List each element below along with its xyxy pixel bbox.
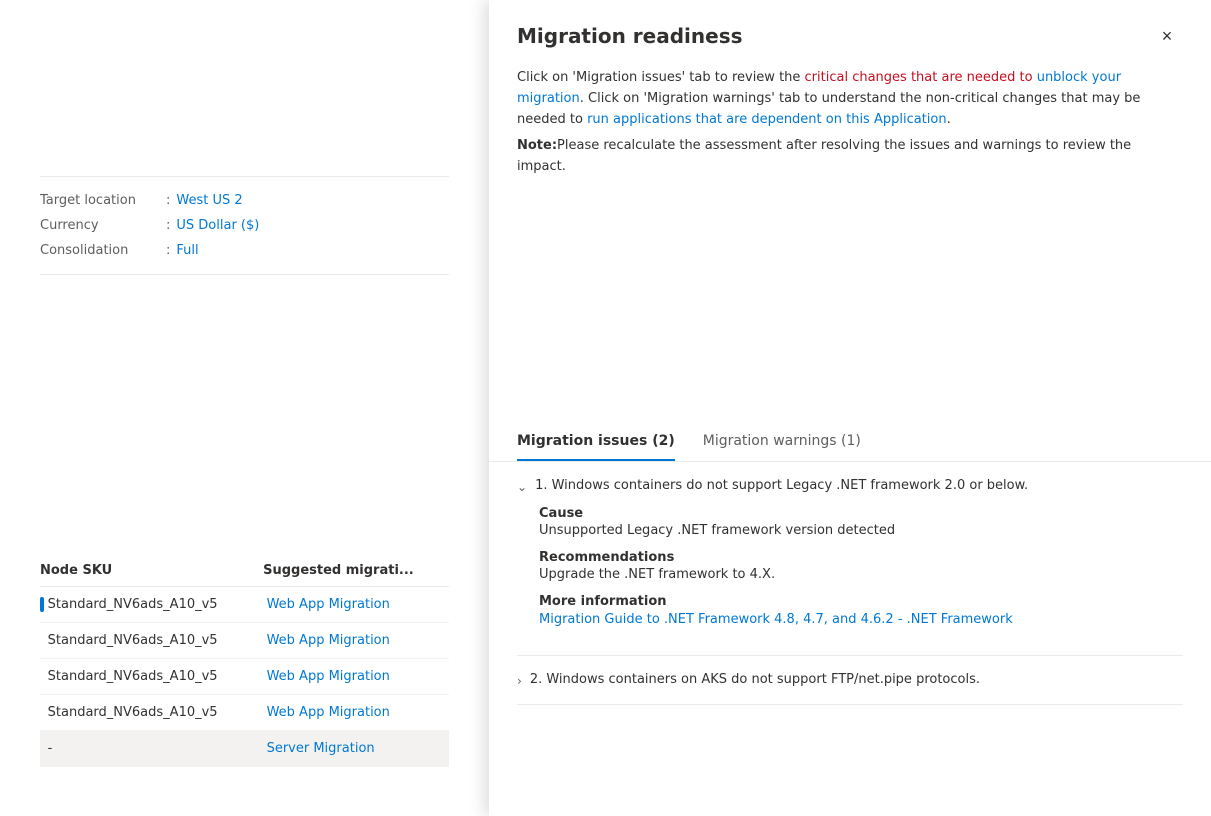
issue-1-header[interactable]: ⌄ 1. Windows containers do not support L… — [517, 478, 1183, 494]
desc-critical: critical changes that are needed to — [805, 70, 1037, 85]
col-header-migration: Suggested migrati... — [263, 563, 449, 578]
info-label-1: Currency — [40, 218, 160, 233]
chevron-right-icon: › — [517, 674, 522, 688]
row-sku-3: Standard_NV6ads_A10_v5 — [48, 705, 267, 720]
note-paragraph: Note:Please recalculate the assessment a… — [517, 136, 1183, 178]
info-value-1: US Dollar ($) — [176, 218, 259, 233]
panel-body-description: Click on 'Migration issues' tab to revie… — [489, 68, 1211, 423]
row-migration-1[interactable]: Web App Migration — [267, 633, 449, 648]
row-indicator-2 — [40, 669, 44, 684]
tab-migration-issues[interactable]: Migration issues (2) — [517, 423, 675, 461]
panel-header: Migration readiness × — [489, 0, 1211, 68]
info-value-2: Full — [176, 243, 198, 258]
row-indicator-0 — [40, 597, 44, 612]
info-row-2: Consolidation : Full — [40, 243, 449, 258]
recommendations-label: Recommendations — [539, 550, 1183, 565]
table-header: Node SKU Suggested migrati... — [40, 555, 449, 587]
info-label-2: Consolidation — [40, 243, 160, 258]
desc-end: . — [947, 112, 951, 127]
cause-label: Cause — [539, 506, 1183, 521]
row-migration-3[interactable]: Web App Migration — [267, 705, 449, 720]
tabs-container: Migration issues (2) Migration warnings … — [489, 423, 1211, 462]
top-divider — [40, 176, 449, 177]
info-sep-0: : — [166, 193, 170, 208]
desc-link2: run applications that are dependent on t… — [587, 112, 947, 127]
cause-value: Unsupported Legacy .NET framework versio… — [539, 523, 1183, 538]
more-info-link[interactable]: Migration Guide to .NET Framework 4.8, 4… — [539, 612, 1013, 627]
close-button[interactable]: × — [1151, 20, 1183, 52]
cause-section: Cause Unsupported Legacy .NET framework … — [539, 506, 1183, 538]
note-text: Please recalculate the assessment after … — [517, 138, 1131, 174]
info-label-0: Target location — [40, 193, 160, 208]
more-info-section: More information Migration Guide to .NET… — [539, 594, 1183, 627]
info-value-0: West US 2 — [176, 193, 242, 208]
row-indicator-1 — [40, 633, 44, 648]
row-migration-0[interactable]: Web App Migration — [267, 597, 449, 612]
row-sku-0: Standard_NV6ads_A10_v5 — [48, 597, 267, 612]
description-paragraph: Click on 'Migration issues' tab to revie… — [517, 68, 1183, 130]
migration-readiness-panel: Migration readiness × Click on 'Migratio… — [489, 0, 1211, 816]
info-row-1: Currency : US Dollar ($) — [40, 218, 449, 233]
table-row-0[interactable]: Standard_NV6ads_A10_v5Web App Migration — [40, 587, 449, 623]
row-sku-1: Standard_NV6ads_A10_v5 — [48, 633, 267, 648]
col-header-sku: Node SKU — [40, 563, 263, 578]
info-row-0: Target location : West US 2 — [40, 193, 449, 208]
left-panel: Target location : West US 2 Currency : U… — [0, 0, 490, 816]
node-table: Node SKU Suggested migrati... Standard_N… — [40, 555, 449, 767]
table-row-2[interactable]: Standard_NV6ads_A10_v5Web App Migration — [40, 659, 449, 695]
issue-1-details: Cause Unsupported Legacy .NET framework … — [517, 506, 1183, 627]
table-row-1[interactable]: Standard_NV6ads_A10_v5Web App Migration — [40, 623, 449, 659]
tab-migration-warnings[interactable]: Migration warnings (1) — [703, 423, 861, 461]
row-migration-2[interactable]: Web App Migration — [267, 669, 449, 684]
recommendations-value: Upgrade the .NET framework to 4.X. — [539, 567, 1183, 582]
middle-divider — [40, 274, 449, 275]
row-indicator-4 — [40, 741, 44, 756]
issue-1-title: 1. Windows containers do not support Leg… — [535, 478, 1028, 493]
issue-item-2: › 2. Windows containers on AKS do not su… — [517, 656, 1183, 705]
desc-text-1: Click on 'Migration issues' tab to revie… — [517, 70, 805, 85]
table-row-4[interactable]: -Server Migration — [40, 731, 449, 767]
note-label: Note: — [517, 138, 557, 153]
issues-content-area: ⌄ 1. Windows containers do not support L… — [489, 462, 1211, 816]
recommendations-section: Recommendations Upgrade the .NET framewo… — [539, 550, 1183, 582]
more-info-label: More information — [539, 594, 1183, 609]
info-sep-2: : — [166, 243, 170, 258]
row-sku-4: - — [48, 741, 267, 756]
row-sku-2: Standard_NV6ads_A10_v5 — [48, 669, 267, 684]
row-indicator-3 — [40, 705, 44, 720]
table-row-3[interactable]: Standard_NV6ads_A10_v5Web App Migration — [40, 695, 449, 731]
issue-2-header[interactable]: › 2. Windows containers on AKS do not su… — [517, 672, 1183, 688]
panel-title: Migration readiness — [517, 24, 743, 48]
issue-item-1: ⌄ 1. Windows containers do not support L… — [517, 462, 1183, 656]
issue-2-title: 2. Windows containers on AKS do not supp… — [530, 672, 980, 687]
row-migration-4[interactable]: Server Migration — [267, 741, 449, 756]
chevron-down-icon: ⌄ — [517, 480, 527, 494]
info-sep-1: : — [166, 218, 170, 233]
